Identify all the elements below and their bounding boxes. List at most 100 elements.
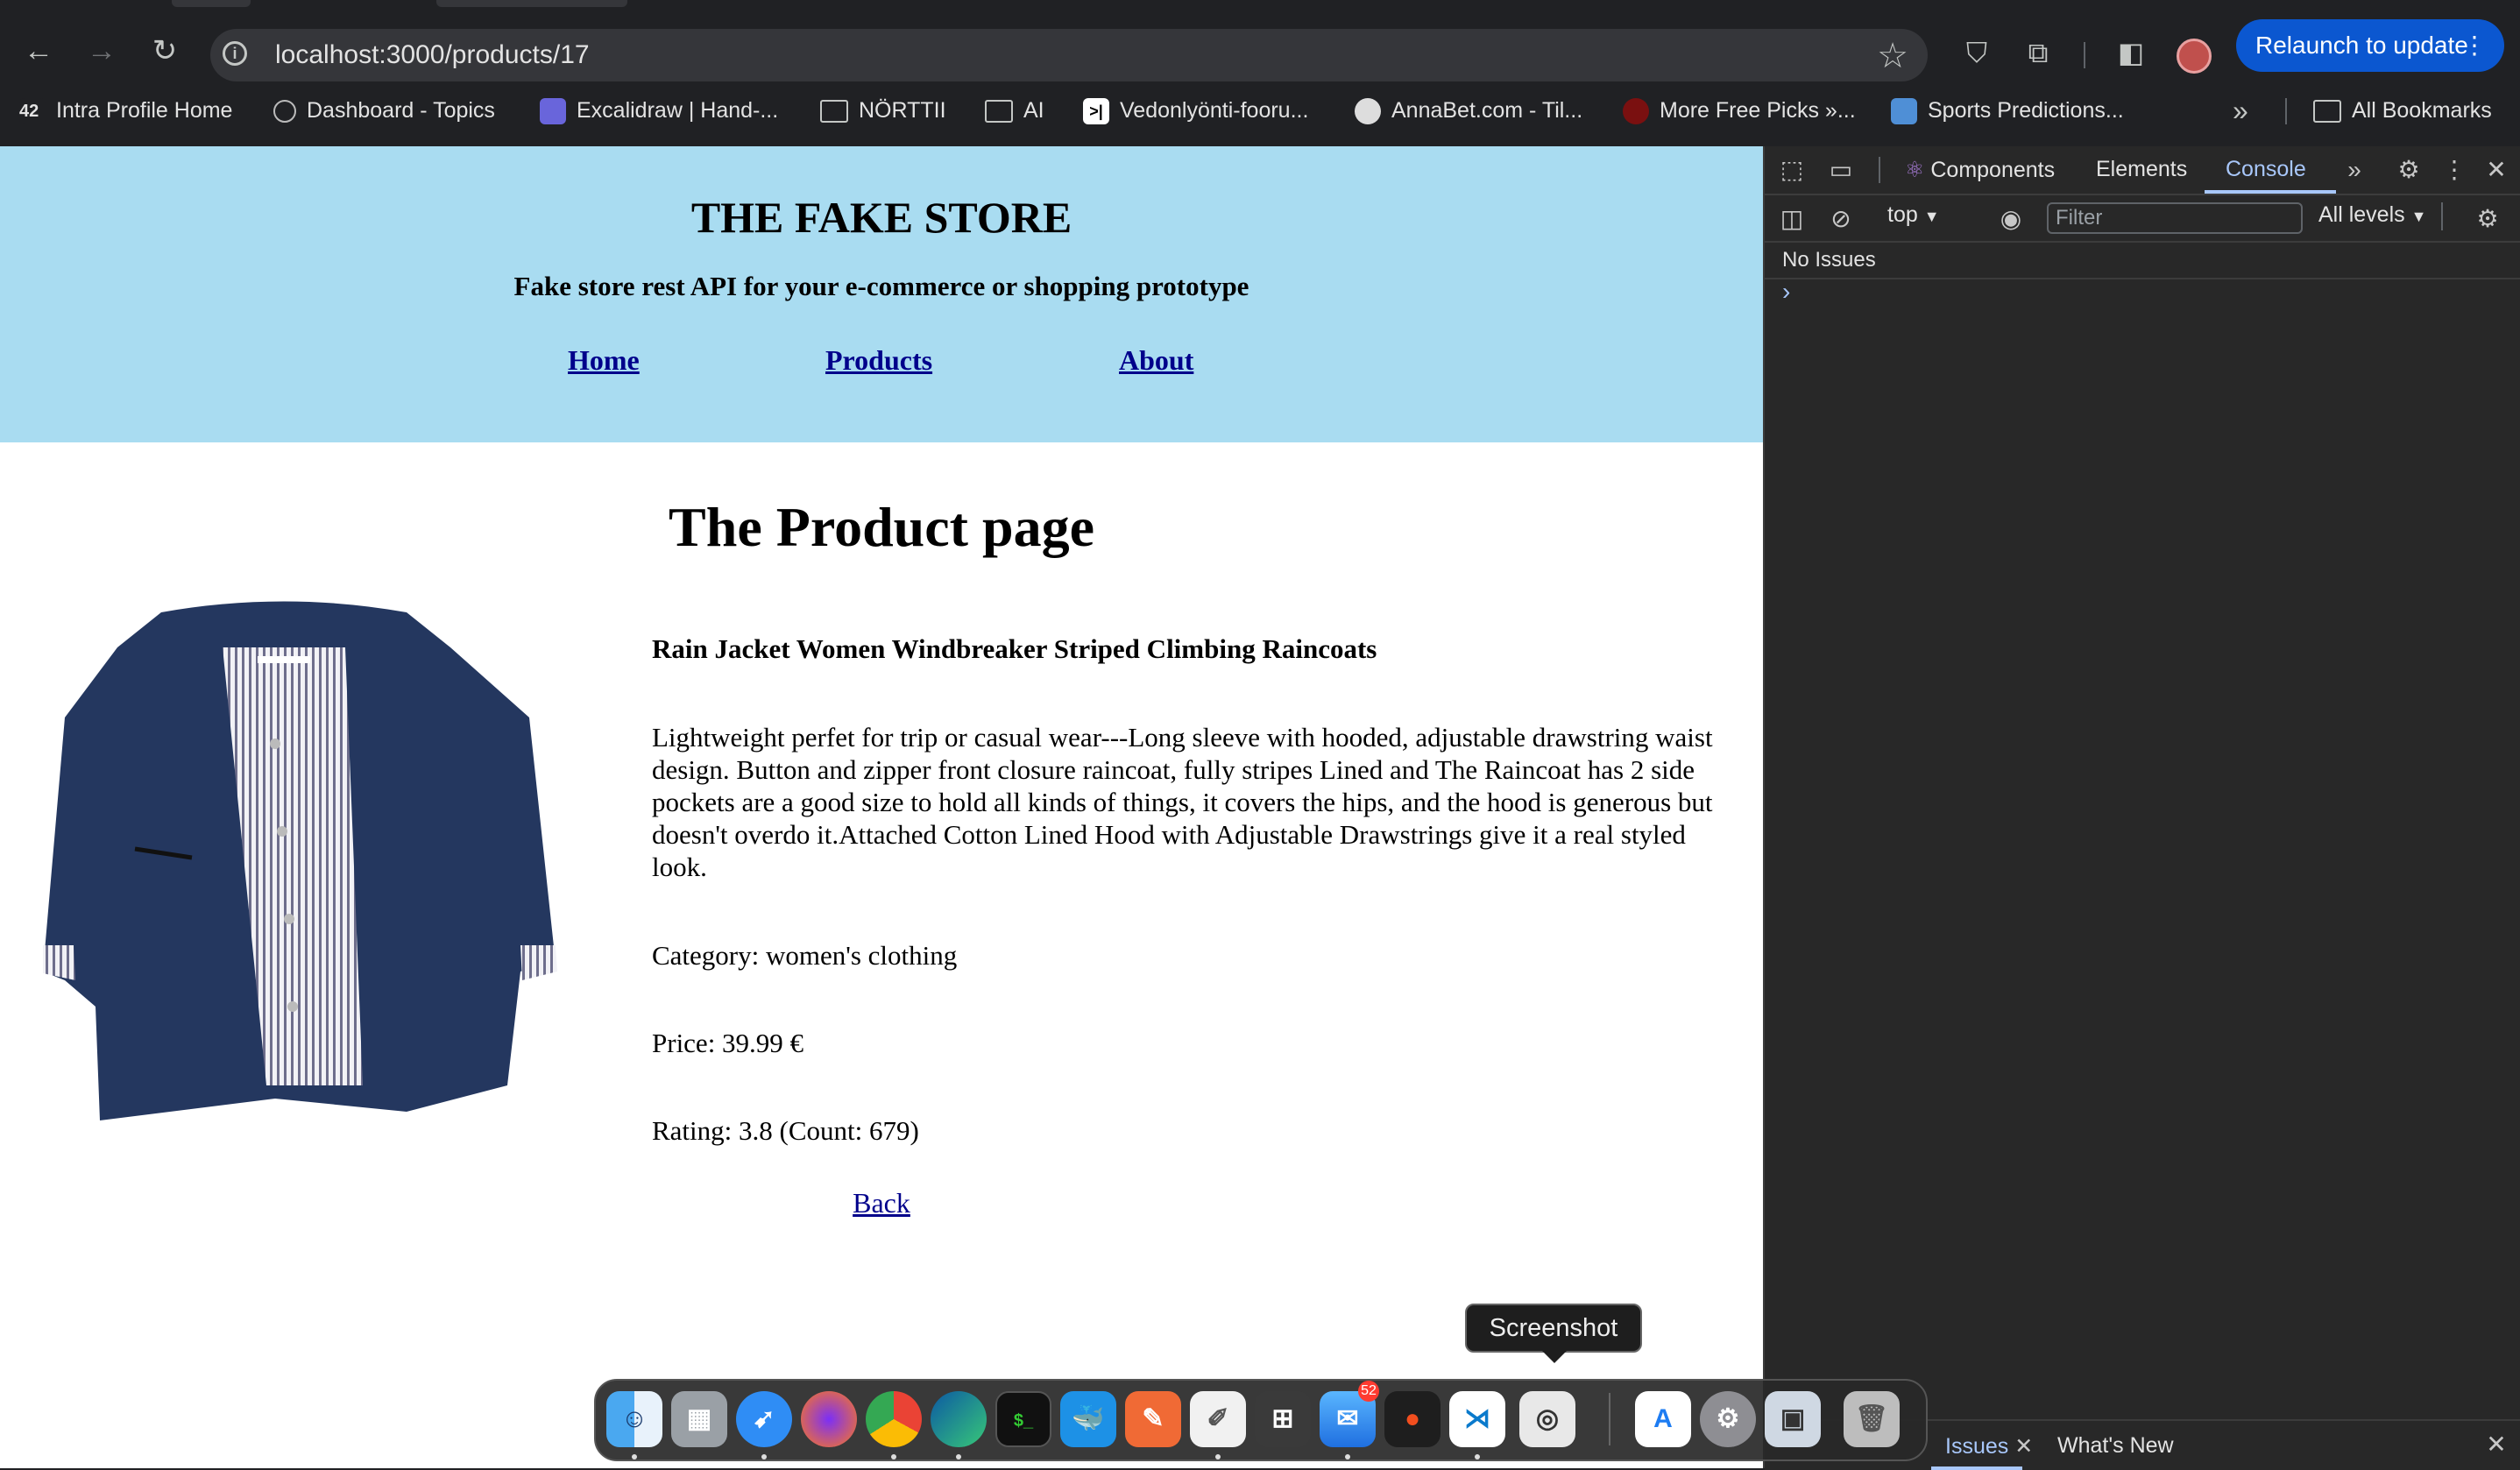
predictions-icon: [1891, 98, 1917, 125]
console-settings-gear-icon[interactable]: ⚙: [2473, 204, 2502, 234]
browser-toolbar: ← → ↻ i localhost:3000/products/17 ☆ ⛉ ⧉…: [0, 11, 2520, 81]
bookmark-label: Excalidraw | Hand-...: [577, 98, 779, 123]
more-vert-icon[interactable]: ⋮: [2462, 19, 2487, 72]
firefox-icon[interactable]: [801, 1391, 857, 1447]
running-indicator: [1475, 1454, 1480, 1459]
bookmark-item[interactable]: AI: [985, 91, 1044, 130]
textedit-icon[interactable]: ✐: [1190, 1391, 1246, 1447]
url-text: localhost:3000/products/17: [275, 40, 590, 69]
bookmark-label: AnnaBet.com - Til...: [1391, 98, 1583, 123]
vscode-icon[interactable]: ⋊: [1449, 1391, 1505, 1447]
product-rating: Rating: 3.8 (Count: 679): [652, 1115, 919, 1146]
inspect-element-icon[interactable]: ⬚: [1777, 155, 1807, 185]
close-drawer-icon[interactable]: ✕: [2481, 1430, 2511, 1459]
toolbar-divider: [2084, 42, 2085, 68]
chrome-icon[interactable]: [866, 1391, 922, 1447]
terminal-icon: >|: [1083, 98, 1109, 125]
bookmark-item[interactable]: 42 Intra Profile Home: [19, 91, 232, 130]
product-description: Lightweight perfet for trip or casual we…: [652, 722, 1713, 882]
nav-about-link[interactable]: About: [1119, 344, 1193, 377]
tab[interactable]: [172, 0, 251, 7]
bookmark-label: Dashboard - Topics: [307, 98, 495, 123]
reload-icon[interactable]: ↻: [147, 33, 182, 68]
sidebar-toggle-icon[interactable]: ◫: [1777, 204, 1807, 234]
figma-icon[interactable]: ●: [1384, 1391, 1441, 1447]
react-icon: ⚛: [1905, 158, 1925, 182]
product-category: Category: women's clothing: [652, 940, 958, 971]
nav-home-link[interactable]: Home: [568, 344, 640, 377]
trash-icon[interactable]: 🗑: [1844, 1391, 1900, 1447]
bookmark-item[interactable]: More Free Picks »...: [1623, 91, 1856, 130]
calculator-icon[interactable]: ⊞: [1255, 1391, 1311, 1447]
context-selector[interactable]: top ▼: [1887, 202, 1940, 228]
docker-icon[interactable]: 🐳: [1060, 1391, 1116, 1447]
drawer-tab-issues[interactable]: Issues ✕: [1945, 1433, 2033, 1459]
extensions-icon[interactable]: ⧉: [2021, 35, 2056, 70]
close-icon[interactable]: ✕: [2014, 1434, 2033, 1459]
nav-products-link[interactable]: Products: [825, 344, 932, 377]
back-arrow-icon[interactable]: ←: [21, 33, 56, 68]
settings-icon[interactable]: ⚙: [1700, 1391, 1756, 1447]
preview-icon[interactable]: ▣: [1765, 1391, 1821, 1447]
bookmark-item[interactable]: NÖRTTII: [820, 91, 946, 130]
bookmark-item[interactable]: Excalidraw | Hand-...: [540, 91, 778, 130]
tab-components[interactable]: ⚛ Components: [1905, 157, 2055, 183]
macos-dock: ☺ ▦ ➹ $_ 🐳 ✎ ✐ ⊞ ✉ 52 ● ⋊ ◎ A ⚙ ▣ 🗑: [594, 1379, 1928, 1461]
appstore-icon[interactable]: A: [1635, 1391, 1691, 1447]
levels-selector[interactable]: All levels ▼: [2318, 202, 2426, 228]
folder-icon: [2313, 100, 2341, 124]
screenshot-icon[interactable]: ◎: [1519, 1391, 1575, 1447]
avatar[interactable]: [2177, 39, 2212, 74]
more-vert-icon[interactable]: ⋮: [2439, 155, 2469, 185]
product-page-heading: The Product page: [669, 496, 1094, 558]
running-indicator: [956, 1454, 961, 1459]
pages-icon[interactable]: ✎: [1125, 1391, 1181, 1447]
bookmark-item[interactable]: Dashboard - Topics: [273, 91, 495, 130]
address-bar[interactable]: i localhost:3000/products/17 ☆: [210, 29, 1928, 81]
settings-gear-icon[interactable]: ⚙: [2394, 155, 2424, 185]
forward-arrow-icon[interactable]: →: [84, 33, 119, 68]
running-indicator: [761, 1454, 767, 1459]
web-page: THE FAKE STORE Fake store rest API for y…: [0, 146, 1763, 1468]
relaunch-label: Relaunch to update: [2255, 32, 2468, 59]
running-indicator: [632, 1454, 637, 1459]
filter-input[interactable]: Filter: [2047, 202, 2303, 234]
device-toolbar-icon[interactable]: ▭: [1826, 155, 1856, 185]
dock-tooltip-arrow: [1542, 1351, 1567, 1363]
all-bookmarks[interactable]: All Bookmarks: [2313, 91, 2492, 130]
levels-label: All levels: [2318, 202, 2405, 227]
clear-console-icon[interactable]: ⊘: [1826, 204, 1856, 234]
bookmark-item[interactable]: AnnaBet.com - Til...: [1355, 91, 1582, 130]
bookmark-item[interactable]: >| Vedonlyönti-fooru...: [1083, 91, 1308, 130]
tab-elements[interactable]: Elements: [2096, 157, 2187, 182]
back-link-text[interactable]: Back: [853, 1187, 910, 1219]
edge-icon[interactable]: [931, 1391, 987, 1447]
dashboard-icon: [273, 100, 296, 124]
console-prompt-chevron-icon[interactable]: ›: [1782, 278, 1790, 306]
bookmark-label: Intra Profile Home: [56, 98, 233, 123]
bookmark-star-icon[interactable]: ☆: [1877, 36, 1908, 76]
bookmark-label: Vedonlyönti-fooru...: [1120, 98, 1309, 123]
toolbar-divider: [2441, 202, 2443, 230]
drawer-tab-whats-new[interactable]: What's New: [2057, 1433, 2174, 1459]
bookmarks-bar: 42 Intra Profile Home Dashboard - Topics …: [0, 91, 2520, 130]
site-info-icon[interactable]: i: [223, 41, 247, 66]
side-panel-icon[interactable]: ◧: [2113, 35, 2148, 70]
more-tabs-chevron-icon[interactable]: »: [2339, 155, 2369, 185]
finder-icon[interactable]: ☺: [606, 1391, 662, 1447]
bookmark-label: NÖRTTII: [859, 98, 946, 123]
launchpad-icon[interactable]: ▦: [671, 1391, 727, 1447]
safari-icon[interactable]: ➹: [736, 1391, 792, 1447]
tab-active[interactable]: [436, 0, 627, 7]
bookmark-item[interactable]: Sports Predictions...: [1891, 91, 2124, 130]
shield-icon[interactable]: ⛉: [1959, 35, 1994, 70]
relaunch-button[interactable]: Relaunch to update ⋮: [2236, 19, 2504, 72]
dropdown-triangle-icon: ▼: [1923, 208, 1940, 225]
terminal-app-icon[interactable]: $_: [995, 1391, 1051, 1447]
eye-icon[interactable]: ◉: [1996, 204, 2026, 234]
tab-console[interactable]: Console: [2226, 157, 2306, 182]
more-bookmarks-chevron-icon[interactable]: »: [2233, 91, 2248, 130]
store-title: THE FAKE STORE: [690, 193, 1072, 242]
back-link: Back: [0, 1187, 1763, 1219]
close-icon[interactable]: ✕: [2481, 155, 2511, 185]
